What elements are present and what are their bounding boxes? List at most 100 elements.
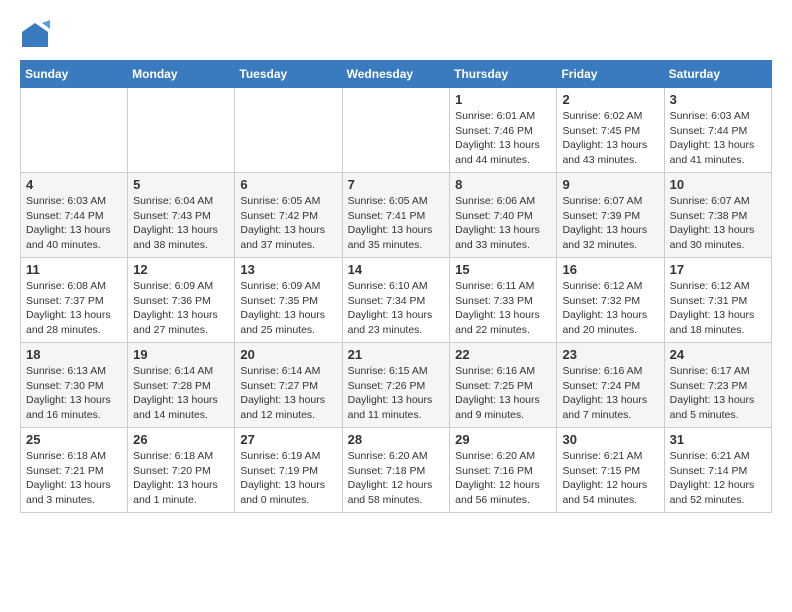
day-info: Sunrise: 6:18 AM Sunset: 7:21 PM Dayligh…	[26, 449, 122, 508]
calendar-table: SundayMondayTuesdayWednesdayThursdayFrid…	[20, 60, 772, 513]
calendar-cell: 5 Sunrise: 6:04 AM Sunset: 7:43 PM Daylig…	[128, 173, 235, 258]
day-info: Sunrise: 6:14 AM Sunset: 7:27 PM Dayligh…	[240, 364, 336, 423]
calendar-cell: 31 Sunrise: 6:21 AM Sunset: 7:14 PM Dayli…	[664, 428, 771, 513]
day-info: Sunrise: 6:14 AM Sunset: 7:28 PM Dayligh…	[133, 364, 229, 423]
calendar-cell: 18Sunrise: 6:13 AM Sunset: 7:30 PM Dayli…	[21, 343, 128, 428]
calendar-cell	[235, 88, 342, 173]
header-day-saturday: Saturday	[664, 61, 771, 88]
day-number: 27	[240, 432, 336, 447]
day-number: 24	[670, 347, 766, 362]
day-info: Sunrise: 6:05 AM Sunset: 7:41 PM Dayligh…	[348, 194, 445, 253]
calendar-cell: 25 Sunrise: 6:18 AM Sunset: 7:21 PM Dayli…	[21, 428, 128, 513]
day-info: Sunrise: 6:17 AM Sunset: 7:23 PM Dayligh…	[670, 364, 766, 423]
day-info: Sunrise: 6:18 AM Sunset: 7:20 PM Dayligh…	[133, 449, 229, 508]
calendar-cell: 7 Sunrise: 6:05 AM Sunset: 7:41 PM Daylig…	[342, 173, 450, 258]
day-info: Sunrise: 6:09 AM Sunset: 7:36 PM Dayligh…	[133, 279, 229, 338]
day-info: Sunrise: 6:21 AM Sunset: 7:14 PM Dayligh…	[670, 449, 766, 508]
day-number: 31	[670, 432, 766, 447]
day-number: 28	[348, 432, 445, 447]
calendar-week-0: 1 Sunrise: 6:01 AM Sunset: 7:46 PM Daylig…	[21, 88, 772, 173]
day-info: Sunrise: 6:01 AM Sunset: 7:46 PM Dayligh…	[455, 109, 551, 168]
day-number: 25	[26, 432, 122, 447]
calendar-cell: 13Sunrise: 6:09 AM Sunset: 7:35 PM Dayli…	[235, 258, 342, 343]
page-header	[20, 20, 772, 50]
header-day-monday: Monday	[128, 61, 235, 88]
day-info: Sunrise: 6:08 AM Sunset: 7:37 PM Dayligh…	[26, 279, 122, 338]
calendar-cell	[128, 88, 235, 173]
calendar-cell: 15 Sunrise: 6:11 AM Sunset: 7:33 PM Dayli…	[450, 258, 557, 343]
day-number: 4	[26, 177, 122, 192]
day-number: 10	[670, 177, 766, 192]
day-info: Sunrise: 6:19 AM Sunset: 7:19 PM Dayligh…	[240, 449, 336, 508]
day-info: Sunrise: 6:21 AM Sunset: 7:15 PM Dayligh…	[562, 449, 658, 508]
day-info: Sunrise: 6:03 AM Sunset: 7:44 PM Dayligh…	[670, 109, 766, 168]
calendar-cell: 14Sunrise: 6:10 AM Sunset: 7:34 PM Dayli…	[342, 258, 450, 343]
calendar-cell: 28Sunrise: 6:20 AM Sunset: 7:18 PM Dayli…	[342, 428, 450, 513]
calendar-cell: 17 Sunrise: 6:12 AM Sunset: 7:31 PM Dayli…	[664, 258, 771, 343]
day-number: 17	[670, 262, 766, 277]
calendar-cell: 19 Sunrise: 6:14 AM Sunset: 7:28 PM Dayli…	[128, 343, 235, 428]
day-info: Sunrise: 6:11 AM Sunset: 7:33 PM Dayligh…	[455, 279, 551, 338]
day-number: 12	[133, 262, 229, 277]
calendar-cell: 6Sunrise: 6:05 AM Sunset: 7:42 PM Daylig…	[235, 173, 342, 258]
day-number: 5	[133, 177, 229, 192]
day-info: Sunrise: 6:04 AM Sunset: 7:43 PM Dayligh…	[133, 194, 229, 253]
logo	[20, 20, 54, 50]
calendar-cell: 10 Sunrise: 6:07 AM Sunset: 7:38 PM Dayli…	[664, 173, 771, 258]
calendar-week-1: 4 Sunrise: 6:03 AM Sunset: 7:44 PM Daylig…	[21, 173, 772, 258]
day-number: 7	[348, 177, 445, 192]
day-info: Sunrise: 6:15 AM Sunset: 7:26 PM Dayligh…	[348, 364, 445, 423]
day-info: Sunrise: 6:16 AM Sunset: 7:25 PM Dayligh…	[455, 364, 551, 423]
calendar-week-2: 11 Sunrise: 6:08 AM Sunset: 7:37 PM Dayli…	[21, 258, 772, 343]
calendar-cell: 8 Sunrise: 6:06 AM Sunset: 7:40 PM Daylig…	[450, 173, 557, 258]
day-number: 29	[455, 432, 551, 447]
header-day-thursday: Thursday	[450, 61, 557, 88]
calendar-cell: 9 Sunrise: 6:07 AM Sunset: 7:39 PM Daylig…	[557, 173, 664, 258]
day-info: Sunrise: 6:07 AM Sunset: 7:38 PM Dayligh…	[670, 194, 766, 253]
calendar-cell: 30 Sunrise: 6:21 AM Sunset: 7:15 PM Dayli…	[557, 428, 664, 513]
day-number: 9	[562, 177, 658, 192]
day-info: Sunrise: 6:16 AM Sunset: 7:24 PM Dayligh…	[562, 364, 658, 423]
calendar-cell: 1 Sunrise: 6:01 AM Sunset: 7:46 PM Daylig…	[450, 88, 557, 173]
calendar-cell: 23 Sunrise: 6:16 AM Sunset: 7:24 PM Dayli…	[557, 343, 664, 428]
calendar-cell	[342, 88, 450, 173]
day-number: 19	[133, 347, 229, 362]
logo-icon	[20, 20, 50, 50]
calendar-cell	[21, 88, 128, 173]
day-info: Sunrise: 6:06 AM Sunset: 7:40 PM Dayligh…	[455, 194, 551, 253]
day-info: Sunrise: 6:13 AM Sunset: 7:30 PM Dayligh…	[26, 364, 122, 423]
day-number: 13	[240, 262, 336, 277]
calendar-cell: 26 Sunrise: 6:18 AM Sunset: 7:20 PM Dayli…	[128, 428, 235, 513]
calendar-header: SundayMondayTuesdayWednesdayThursdayFrid…	[21, 61, 772, 88]
day-number: 30	[562, 432, 658, 447]
day-info: Sunrise: 6:12 AM Sunset: 7:32 PM Dayligh…	[562, 279, 658, 338]
calendar-cell: 3 Sunrise: 6:03 AM Sunset: 7:44 PM Daylig…	[664, 88, 771, 173]
day-info: Sunrise: 6:20 AM Sunset: 7:16 PM Dayligh…	[455, 449, 551, 508]
header-row: SundayMondayTuesdayWednesdayThursdayFrid…	[21, 61, 772, 88]
day-info: Sunrise: 6:10 AM Sunset: 7:34 PM Dayligh…	[348, 279, 445, 338]
day-info: Sunrise: 6:03 AM Sunset: 7:44 PM Dayligh…	[26, 194, 122, 253]
day-number: 22	[455, 347, 551, 362]
day-number: 1	[455, 92, 551, 107]
calendar-cell: 2Sunrise: 6:02 AM Sunset: 7:45 PM Daylig…	[557, 88, 664, 173]
day-number: 11	[26, 262, 122, 277]
calendar-cell: 22 Sunrise: 6:16 AM Sunset: 7:25 PM Dayli…	[450, 343, 557, 428]
calendar-body: 1 Sunrise: 6:01 AM Sunset: 7:46 PM Daylig…	[21, 88, 772, 513]
day-number: 23	[562, 347, 658, 362]
day-number: 15	[455, 262, 551, 277]
day-number: 3	[670, 92, 766, 107]
calendar-cell: 29 Sunrise: 6:20 AM Sunset: 7:16 PM Dayli…	[450, 428, 557, 513]
day-number: 26	[133, 432, 229, 447]
calendar-cell: 4 Sunrise: 6:03 AM Sunset: 7:44 PM Daylig…	[21, 173, 128, 258]
header-day-tuesday: Tuesday	[235, 61, 342, 88]
calendar-cell: 27 Sunrise: 6:19 AM Sunset: 7:19 PM Dayli…	[235, 428, 342, 513]
day-info: Sunrise: 6:12 AM Sunset: 7:31 PM Dayligh…	[670, 279, 766, 338]
calendar-cell: 11 Sunrise: 6:08 AM Sunset: 7:37 PM Dayli…	[21, 258, 128, 343]
day-number: 8	[455, 177, 551, 192]
header-day-sunday: Sunday	[21, 61, 128, 88]
calendar-cell: 16Sunrise: 6:12 AM Sunset: 7:32 PM Dayli…	[557, 258, 664, 343]
calendar-cell: 20Sunrise: 6:14 AM Sunset: 7:27 PM Dayli…	[235, 343, 342, 428]
header-day-wednesday: Wednesday	[342, 61, 450, 88]
day-info: Sunrise: 6:07 AM Sunset: 7:39 PM Dayligh…	[562, 194, 658, 253]
calendar-cell: 21Sunrise: 6:15 AM Sunset: 7:26 PM Dayli…	[342, 343, 450, 428]
